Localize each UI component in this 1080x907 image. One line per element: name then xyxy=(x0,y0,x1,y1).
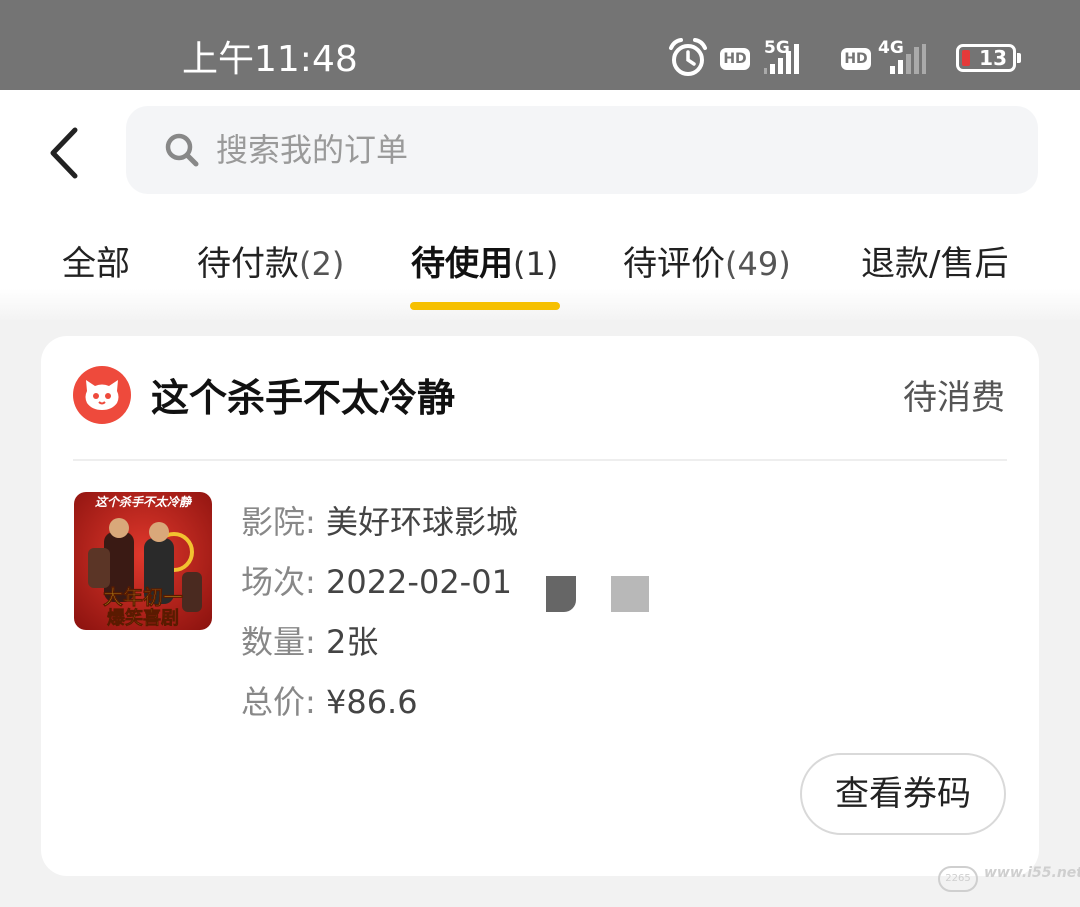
search-icon xyxy=(165,133,199,167)
tab-count: (2) xyxy=(299,245,345,283)
tab-label: 待评价 xyxy=(623,244,725,284)
cinema-value: 美好环球影城 xyxy=(325,503,518,541)
session-value: 2022-02-01 xyxy=(325,563,512,601)
battery-tip xyxy=(1017,53,1021,63)
tab-count: (1) xyxy=(513,245,559,283)
session-row: 场次: 2022-02-01 xyxy=(241,560,512,604)
total-value: ¥86.6 xyxy=(325,683,418,721)
tab-label: 全部 xyxy=(62,244,130,284)
session-label: 场次: xyxy=(241,563,316,601)
movie-poster[interactable]: 这个杀手不太冷静 大年初一 爆笑喜剧 xyxy=(74,492,212,630)
watermark-badge: 2265 xyxy=(938,866,978,892)
quantity-label: 数量: xyxy=(241,623,316,661)
active-tab-indicator xyxy=(410,302,560,310)
search-placeholder: 搜索我的订单 xyxy=(216,131,409,169)
tab-label: 待付款 xyxy=(197,244,299,284)
cinema-row: 影院: 美好环球影城 xyxy=(241,500,518,544)
redaction-mark xyxy=(611,576,649,612)
tab-pending-review[interactable]: 待评价(49) xyxy=(623,240,791,288)
battery-level-text: 13 xyxy=(979,46,1007,70)
search-input[interactable]: 搜索我的订单 xyxy=(126,106,1038,194)
divider xyxy=(73,459,1007,461)
tab-label: 退款/售后 xyxy=(861,244,1009,284)
order-status: 待消费 xyxy=(903,378,1005,418)
status-bar: 上午11:48 HD 5G HD 4G 13 xyxy=(0,0,1080,90)
back-button[interactable] xyxy=(34,118,94,188)
total-label: 总价: xyxy=(241,683,316,721)
poster-slogan-1: 大年初一 xyxy=(103,585,183,609)
view-code-button[interactable]: 查看券码 xyxy=(800,753,1006,835)
movie-title: 这个杀手不太冷静 xyxy=(151,376,456,420)
sim1-signal-icon xyxy=(764,40,799,74)
battery-level-fill xyxy=(962,50,970,66)
poster-title-text: 这个杀手不太冷静 xyxy=(95,495,193,509)
tab-label: 待使用 xyxy=(411,244,513,284)
quantity-row: 数量: 2张 xyxy=(241,620,378,664)
watermark-site: www.i55.net xyxy=(984,865,1080,881)
order-tabs: 全部 待付款(2) 待使用(1) 待评价(49) 退款/售后 xyxy=(0,216,1080,320)
tab-pending-payment[interactable]: 待付款(2) xyxy=(197,240,344,288)
sim2-signal-icon xyxy=(890,40,926,74)
header: 搜索我的订单 xyxy=(0,90,1080,216)
alarm-icon xyxy=(669,38,707,76)
order-card[interactable]: 这个杀手不太冷静 待消费 这个杀手不太冷静 大年初一 爆笑喜剧 影院: 美好环球… xyxy=(41,336,1039,876)
tab-pending-use[interactable]: 待使用(1) xyxy=(411,240,558,288)
status-time: 上午11:48 xyxy=(182,39,358,80)
hd-icon-2: HD xyxy=(841,48,871,70)
site-watermark: 2265 www.i55.net xyxy=(938,862,1080,896)
poster-slogan-2: 爆笑喜剧 xyxy=(107,607,179,629)
cat-logo-icon xyxy=(73,366,131,424)
quantity-value: 2张 xyxy=(325,623,379,661)
hd-icon: HD xyxy=(720,48,750,70)
chevron-left-icon xyxy=(50,127,78,179)
total-row: 总价: ¥86.6 xyxy=(241,680,418,724)
cinema-label: 影院: xyxy=(241,503,316,541)
redaction-mark xyxy=(546,576,576,612)
tab-all[interactable]: 全部 xyxy=(62,240,130,288)
tab-refund[interactable]: 退款/售后 xyxy=(861,240,1008,288)
tab-count: (49) xyxy=(725,245,791,283)
battery-icon: 13 xyxy=(956,44,1016,72)
